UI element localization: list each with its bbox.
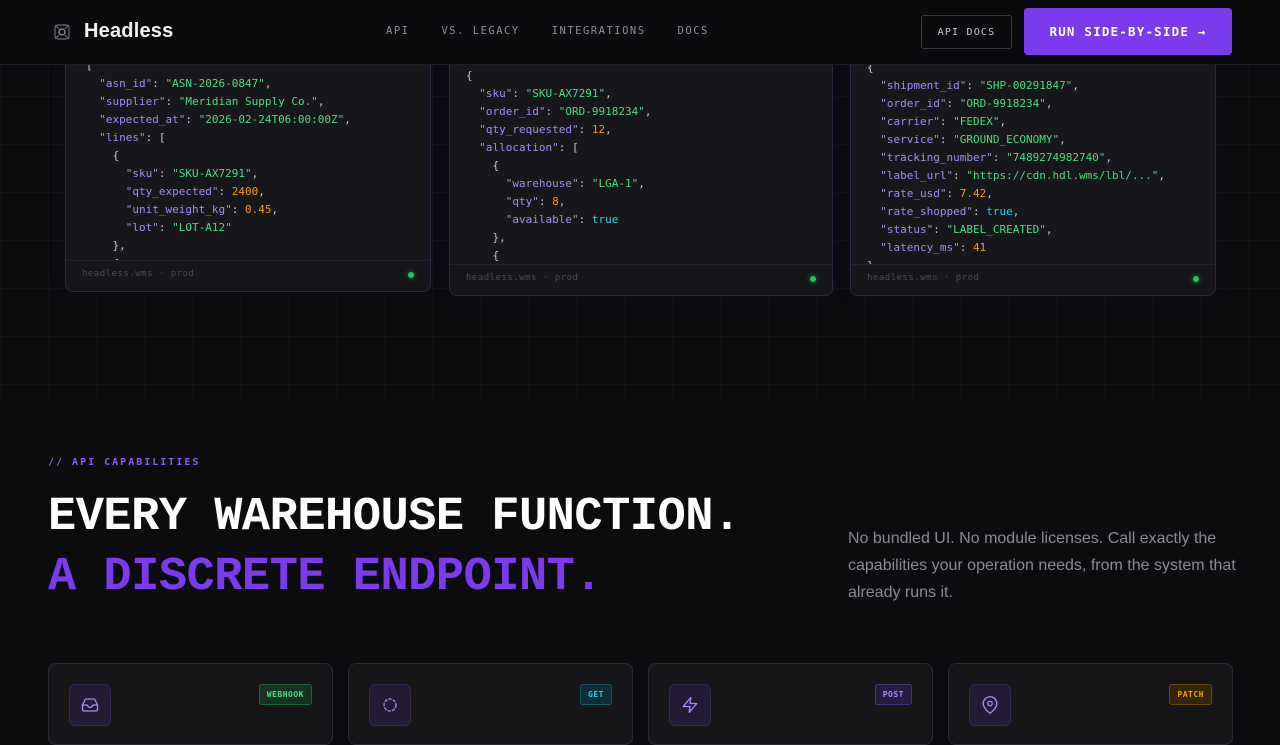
code-line: "shipment_id": "SHP-00291847", — [880, 79, 1079, 92]
code-block: [{ "sku": "SKU-AX7291", "order_id": "ORD… — [450, 49, 832, 265]
brand-name: Headless — [84, 20, 174, 42]
atom-logo-icon — [54, 23, 70, 40]
nav-links: API VS. LEGACY INTEGRATIONS DOCS — [386, 25, 709, 37]
section-headline: EVERY WAREHOUSE FUNCTION. A DISCRETE END… — [48, 488, 741, 608]
code-line: }, — [86, 239, 126, 252]
top-navigation: Headless API VS. LEGACY INTEGRATIONS DOC… — [0, 0, 1280, 65]
status-indicator — [408, 272, 414, 278]
headline-line-1: EVERY WAREHOUSE FUNCTION. — [48, 491, 741, 544]
code-line: "qty_requested": 12, — [479, 123, 612, 136]
code-line: { — [466, 159, 500, 172]
method-badge: WEBHOOK — [258, 684, 312, 705]
method-badge: POST — [874, 684, 912, 705]
code-line: "lot": "LOT-A12" — [125, 221, 232, 234]
code-line: "qty_expected": 2400, — [125, 185, 265, 198]
nav-link-integrations[interactable]: INTEGRATIONS — [552, 25, 646, 37]
run-side-by-side-button[interactable]: RUN SIDE-BY-SIDE → — [1024, 8, 1232, 55]
nav-link-api[interactable]: API — [386, 25, 409, 37]
code-line: "available": true — [505, 213, 619, 226]
code-line: "supplier": "Meridian Supply Co.", — [99, 95, 325, 108]
headline-line-2: A DISCRETE ENDPOINT. — [48, 551, 603, 604]
code-line: "order_id": "ORD-9918234", — [479, 105, 652, 118]
code-block: [ "asn_id": "ASN-2026-0847", "supplier":… — [66, 57, 430, 273]
api-docs-button[interactable]: API DOCS — [921, 15, 1012, 49]
code-line: "status": "LABEL_CREATED", — [880, 223, 1053, 236]
nav-link-vs-legacy[interactable]: VS. LEGACY — [441, 25, 519, 37]
code-line: "rate_usd": 7.42, — [880, 187, 993, 200]
panel-footer: headless.wms · prod — [66, 260, 430, 291]
code-line: "rate_shopped": true, — [880, 205, 1020, 218]
code-line: "sku": "SKU-AX7291", — [125, 167, 259, 180]
code-line: "tracking_number": "7489274982740", — [880, 151, 1113, 164]
method-badge: PATCH — [1169, 684, 1212, 705]
code-line: "label_url": "https://cdn.hdl.wms/lbl/..… — [880, 169, 1166, 182]
panel-footer: headless.wms · prod — [450, 264, 832, 295]
nav-link-docs[interactable]: DOCS — [678, 25, 709, 37]
code-line: "unit_weight_kg": 0.45, — [125, 203, 279, 216]
code-line: { — [466, 69, 473, 82]
code-line: "service": "GROUND_ECONOMY", — [880, 133, 1066, 146]
environment-label: headless.wms · prod — [82, 269, 195, 279]
allocation-code-panel: [{ "sku": "SKU-AX7291", "order_id": "ORD… — [449, 48, 833, 296]
code-line: "lines": [ — [99, 131, 166, 144]
code-line: "expected_at": "2026-02-24T06:00:00Z", — [99, 113, 351, 126]
shipment-code-panel: { "shipment_id": "SHP-00291847", "order_… — [850, 48, 1216, 296]
code-line: { — [86, 149, 120, 162]
code-line: "qty": 8, — [505, 195, 566, 208]
capability-card-patch[interactable]: PATCH — [948, 663, 1233, 745]
code-line: }, — [466, 231, 506, 244]
code-line: "sku": "SKU-AX7291", — [479, 87, 612, 100]
status-indicator — [1193, 276, 1199, 282]
capability-card-webhook[interactable]: WEBHOOK — [48, 663, 333, 745]
code-line: "asn_id": "ASN-2026-0847", — [99, 77, 272, 90]
code-line: "order_id": "ORD-9918234", — [880, 97, 1053, 110]
section-eyebrow: // API CAPABILITIES — [48, 457, 201, 468]
status-indicator — [810, 276, 816, 282]
code-line: "allocation": [ — [479, 141, 579, 154]
code-line: "warehouse": "LGA-1", — [505, 177, 645, 190]
section-description: No bundled UI. No module licenses. Call … — [848, 530, 1236, 601]
capability-card-post[interactable]: POST — [648, 663, 933, 745]
environment-label: headless.wms · prod — [466, 273, 579, 283]
code-line: "carrier": "FEDEX", — [880, 115, 1007, 128]
capability-card-get[interactable]: GET — [348, 663, 633, 745]
asn-code-panel: [ "asn_id": "ASN-2026-0847", "supplier":… — [65, 48, 431, 292]
brand-logo[interactable]: Headless — [52, 20, 173, 43]
environment-label: headless.wms · prod — [867, 273, 980, 283]
panel-footer: headless.wms · prod — [851, 264, 1215, 295]
method-badge: GET — [580, 684, 612, 705]
code-block: { "shipment_id": "SHP-00291847", "order_… — [851, 59, 1215, 275]
code-line: { — [466, 249, 500, 262]
code-line: "latency_ms": 41 — [880, 241, 987, 254]
